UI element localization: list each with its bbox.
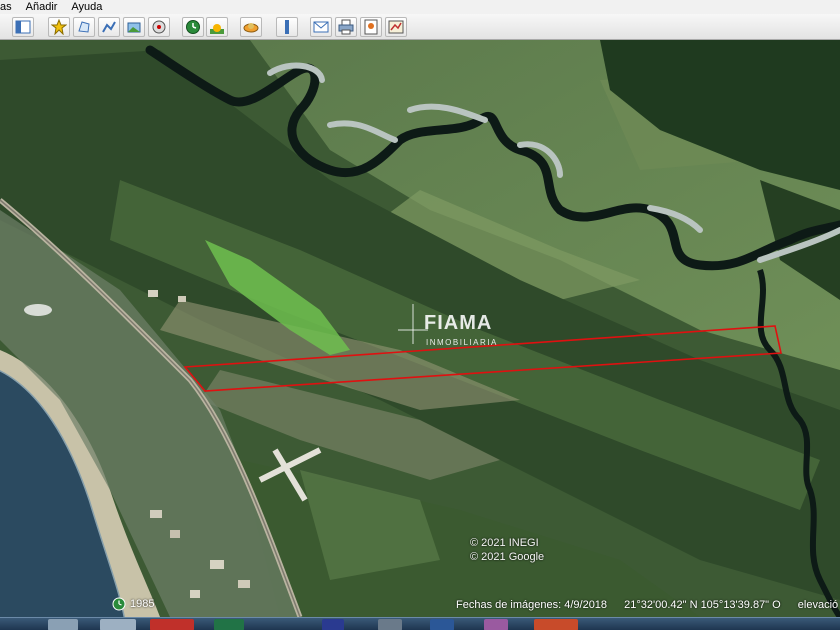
add-placemark-button[interactable] xyxy=(48,17,70,37)
envelope-icon xyxy=(313,21,329,33)
path-icon xyxy=(102,21,116,33)
image-overlay-icon xyxy=(127,22,141,33)
switch-planet-button[interactable] xyxy=(240,17,262,37)
menu-bar: as Añadir Ayuda xyxy=(0,0,840,14)
polygon-icon xyxy=(78,21,90,33)
copyright-inegi: © 2021 INEGI xyxy=(470,537,539,549)
historical-imagery-button[interactable] xyxy=(182,17,204,37)
ruler-icon xyxy=(285,20,289,34)
sun-icon xyxy=(210,24,224,34)
view-maps-button[interactable] xyxy=(385,17,407,37)
coordinates-readout: 21°32'00.42" N 105°13'39.87" O xyxy=(624,599,781,611)
email-button[interactable] xyxy=(310,17,332,37)
map-icon xyxy=(388,20,404,34)
print-button[interactable] xyxy=(335,17,357,37)
menu-item-herramientas[interactable]: as xyxy=(0,1,12,13)
taskbar-item-word[interactable] xyxy=(430,619,454,630)
status-readout: Fechas de imágenes: 4/9/2018 21°32'00.42… xyxy=(456,599,840,611)
menu-item-ayuda[interactable]: Ayuda xyxy=(71,1,102,13)
watermark-subtitle: INMOBILIARIA xyxy=(426,338,498,347)
taskbar-item-app2[interactable] xyxy=(378,619,402,630)
menu-item-anadir[interactable]: Añadir xyxy=(26,1,58,13)
sunlight-button[interactable] xyxy=(206,17,228,37)
taskbar-item-photoshop[interactable] xyxy=(322,619,344,630)
imagery-copyright: © 2021 INEGI © 2021 Google xyxy=(470,536,544,564)
clock-icon xyxy=(186,20,200,34)
printer-icon xyxy=(338,19,354,35)
taskbar xyxy=(0,617,840,630)
sidebar-icon xyxy=(15,20,31,34)
ruler-button[interactable] xyxy=(276,17,298,37)
copyright-google: © 2021 Google xyxy=(470,551,545,563)
watermark: FIAMA INMOBILIARIA xyxy=(398,304,548,374)
imagery-date: Fechas de imágenes: 4/9/2018 xyxy=(456,599,608,611)
elevation-readout: elevació xyxy=(797,599,839,611)
taskbar-item-excel[interactable] xyxy=(214,619,244,630)
status-bar: 1985 Fechas de imágenes: 4/9/2018 21°32'… xyxy=(0,591,840,617)
year-label: 1985 xyxy=(130,598,155,610)
taskbar-item-powerpoint[interactable] xyxy=(534,619,578,630)
watermark-brand: FIAMA xyxy=(424,312,493,334)
sidebar-toggle-button[interactable] xyxy=(12,17,34,37)
historical-year-indicator[interactable]: 1985 xyxy=(112,597,154,611)
planet-icon xyxy=(243,23,259,33)
taskbar-item-explorer[interactable] xyxy=(48,619,78,630)
add-path-button[interactable] xyxy=(98,17,120,37)
save-image-icon xyxy=(364,19,378,35)
clock-icon xyxy=(112,597,126,611)
taskbar-item-chrome[interactable] xyxy=(150,619,194,630)
taskbar-item-app[interactable] xyxy=(100,619,136,630)
record-tour-button[interactable] xyxy=(148,17,170,37)
add-polygon-button[interactable] xyxy=(73,17,95,37)
map-viewport[interactable]: FIAMA INMOBILIARIA © 2021 INEGI © 2021 G… xyxy=(0,40,840,617)
tour-icon xyxy=(152,20,166,34)
toolbar xyxy=(0,14,840,40)
add-overlay-button[interactable] xyxy=(123,17,145,37)
pushpin-icon xyxy=(51,19,67,35)
save-image-button[interactable] xyxy=(360,17,382,37)
taskbar-item-app3[interactable] xyxy=(484,619,508,630)
